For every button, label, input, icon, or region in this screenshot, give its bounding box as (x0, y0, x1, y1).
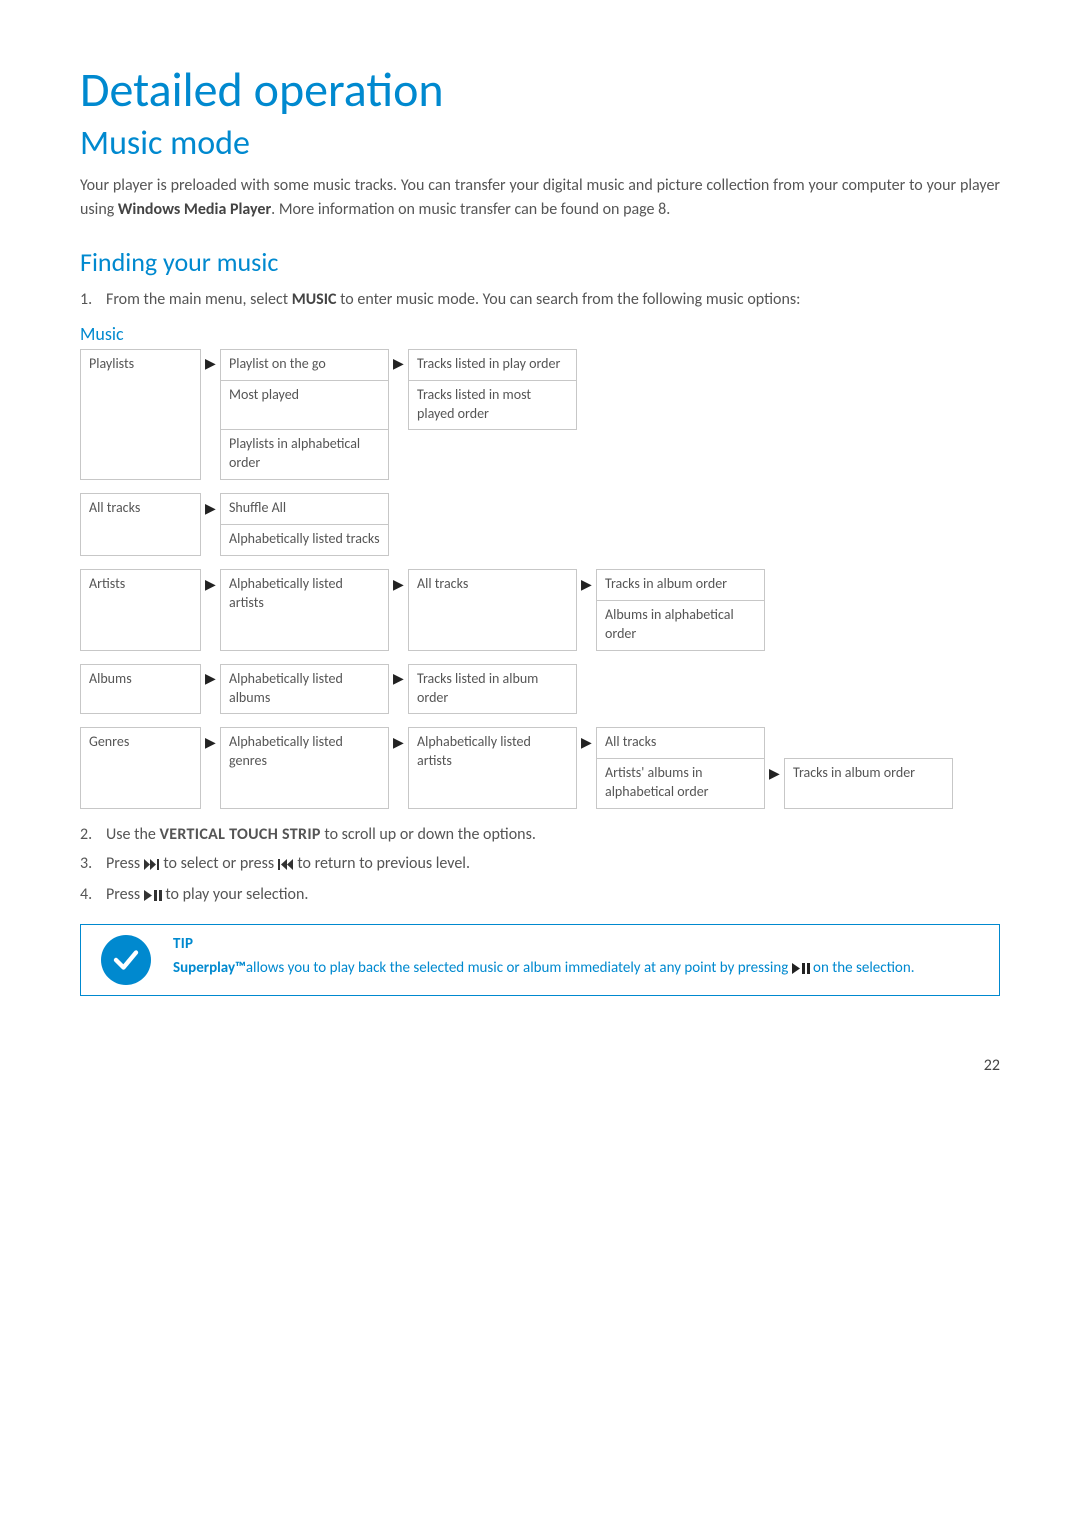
arrow-icon: ▶ (201, 349, 221, 380)
arrow-icon: ▶ (389, 728, 409, 759)
step4-pre: Press (106, 885, 144, 904)
step1-pre: From the main menu, select (106, 290, 292, 309)
tip-line1: allows you to play back the selected mus… (246, 959, 792, 977)
cell-l2: Alphabetically listed albums (221, 664, 389, 714)
cell-l2: Most played (221, 380, 389, 430)
step2-post: to scroll up or down the options. (321, 825, 536, 844)
tip-line2: on the selection. (810, 959, 915, 977)
tip-icon-wrap (81, 925, 171, 995)
cell-l1-playlists: Playlists (81, 349, 201, 479)
step-number: 3. (80, 852, 106, 879)
cell-l1-artists: Artists (81, 570, 201, 651)
cell-l3: Tracks listed in play order (409, 349, 577, 380)
intro-bold: Windows Media Player (118, 200, 271, 219)
step-3: 3. Press to select or press to return to… (80, 852, 1000, 879)
arrow-icon: ▶ (201, 664, 221, 714)
table-row: All tracks ▶ Shuffle All (81, 494, 953, 525)
next-track-icon (144, 854, 160, 879)
subsection-heading: Finding your music (80, 246, 1000, 278)
cell-l3: All tracks (409, 570, 577, 651)
table-row: Artists ▶ Alphabetically listed artists … (81, 570, 953, 601)
step1-post: to enter music mode. You can search from… (336, 290, 800, 309)
table-row: Playlists in alphabetical order (81, 430, 953, 480)
step2-smallcaps: VERTICAL TOUCH STRIP (159, 825, 320, 844)
table-row: Genres ▶ Alphabetically listed genres ▶ … (81, 728, 953, 759)
cell-l3: Alphabetically listed artists (409, 728, 577, 809)
step1-bold: MUSIC (292, 290, 337, 309)
step3-mid: to select or press (160, 854, 278, 873)
page-number: 22 (80, 1056, 1000, 1075)
table-row: Albums ▶ Alphabetically listed albums ▶ … (81, 664, 953, 714)
arrow-icon: ▶ (389, 349, 409, 380)
cell-l1-alltracks: All tracks (81, 494, 201, 556)
arrow-icon: ▶ (201, 728, 221, 759)
cell-l3: Tracks listed in most played order (409, 380, 577, 430)
play-pause-icon (144, 885, 162, 910)
cell-l3: Tracks listed in album order (409, 664, 577, 714)
play-pause-icon (792, 959, 810, 982)
cell-l1-genres: Genres (81, 728, 201, 809)
cell-l2: Alphabetically listed artists (221, 570, 389, 651)
step-2: 2. Use the VERTICAL TOUCH STRIP to scrol… (80, 823, 1000, 848)
step-number: 4. (80, 883, 106, 910)
cell-l2: Shuffle All (221, 494, 389, 525)
intro-paragraph: Your player is preloaded with some music… (80, 174, 1000, 222)
arrow-icon: ▶ (389, 664, 409, 714)
arrow-icon: ▶ (577, 728, 597, 759)
tip-strong: Superplay™ (173, 959, 246, 977)
step-number: 2. (80, 823, 106, 848)
cell-l2: Alphabetically listed genres (221, 728, 389, 809)
step3-post: to return to previous level. (294, 854, 470, 873)
checkmark-circle-icon (101, 935, 151, 985)
step-4: 4. Press to play your selection. (80, 883, 1000, 910)
cell-l4: Albums in alphabetical order (597, 600, 765, 650)
nav-table-heading: Music (80, 323, 1000, 345)
cell-l2: Playlist on the go (221, 349, 389, 380)
music-nav-table: Playlists ▶ Playlist on the go ▶ Tracks … (80, 349, 1000, 809)
arrow-icon: ▶ (577, 570, 597, 601)
arrow-icon: ▶ (389, 570, 409, 601)
step3-pre: Press (106, 854, 144, 873)
cell-l2: Alphabetically listed tracks (221, 525, 389, 556)
arrow-icon: ▶ (765, 759, 785, 809)
step-1: 1. From the main menu, select MUSIC to e… (80, 288, 1000, 313)
cell-l4: Artists' albums in alphabetical order (597, 759, 765, 809)
arrow-icon: ▶ (201, 570, 221, 601)
table-row: Alphabetically listed tracks (81, 525, 953, 556)
cell-l1-albums: Albums (81, 664, 201, 714)
tip-label: TIP (173, 935, 985, 953)
step4-post: to play your selection. (162, 885, 309, 904)
cell-l4: Tracks in album order (597, 570, 765, 601)
cell-l4: All tracks (597, 728, 765, 759)
table-row: Most played Tracks listed in most played… (81, 380, 953, 430)
prev-track-icon (278, 854, 294, 879)
step2-pre: Use the (106, 825, 159, 844)
table-row: Playlists ▶ Playlist on the go ▶ Tracks … (81, 349, 953, 380)
section-heading: Music mode (80, 123, 1000, 164)
tip-box: TIP Superplay™allows you to play back th… (80, 924, 1000, 996)
step-number: 1. (80, 288, 106, 313)
cell-l2: Playlists in alphabetical order (221, 430, 389, 480)
page-title: Detailed operation (80, 60, 1000, 119)
tip-body: TIP Superplay™allows you to play back th… (171, 925, 999, 995)
arrow-icon: ▶ (201, 494, 221, 525)
intro-post: . More information on music transfer can… (271, 200, 670, 219)
cell-l5: Tracks in album order (785, 759, 953, 809)
